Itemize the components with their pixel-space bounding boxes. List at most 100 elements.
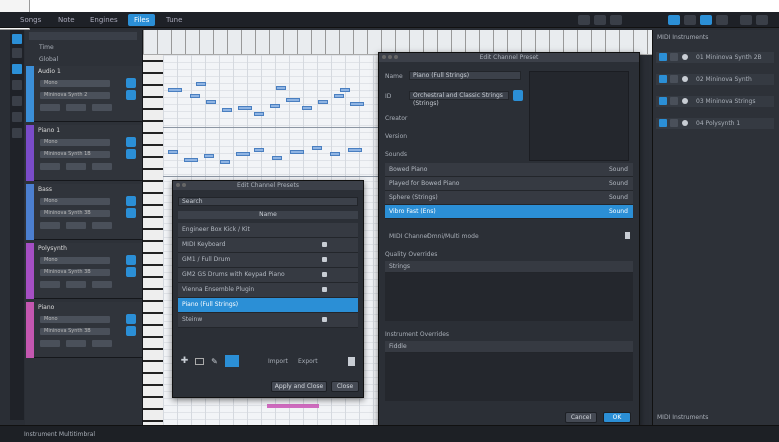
select-tool-icon[interactable] [12, 64, 22, 74]
close-dot-icon[interactable] [176, 183, 180, 187]
midi-note[interactable] [206, 100, 216, 104]
track-name[interactable]: Bass [38, 186, 52, 193]
settings-icon[interactable] [716, 15, 728, 25]
instrument-power-icon[interactable] [682, 120, 688, 126]
preset-search-input[interactable]: Search [178, 197, 358, 206]
trash-icon[interactable] [348, 357, 355, 366]
instrument-row[interactable]: 04 Polysynth 1 [656, 118, 774, 129]
track-param-field[interactable] [40, 281, 60, 288]
instrument-overrides-box[interactable]: Fiddle [385, 341, 633, 401]
instrument-edit-icon[interactable] [670, 53, 678, 61]
panel-icon[interactable] [756, 15, 768, 25]
preset-item[interactable]: Steinw [178, 313, 358, 328]
id-input[interactable]: Orchestral and Classic Strings (Strings) [409, 91, 509, 107]
import-link[interactable]: Import [268, 358, 288, 365]
track-param-field[interactable] [92, 163, 112, 170]
paint-tool-icon[interactable] [12, 80, 22, 90]
midi-note[interactable] [168, 88, 182, 92]
track-param-field[interactable] [92, 281, 112, 288]
minimize-dot-icon[interactable] [182, 183, 186, 187]
preset-item[interactable]: Vienna Ensemble Plugin [178, 283, 358, 298]
track-edit-icon[interactable] [126, 90, 136, 100]
cancel-button[interactable]: Cancel [565, 412, 597, 423]
track-header[interactable]: Polysynth Mono Mininova Synth 3B [26, 243, 142, 299]
track-monitor-icon[interactable] [126, 314, 136, 324]
midi-note[interactable] [196, 82, 206, 86]
arrow-tool-icon[interactable] [12, 34, 22, 44]
midi-note[interactable] [340, 88, 350, 92]
instrument-power-icon[interactable] [682, 76, 688, 82]
track-param-field[interactable] [66, 104, 86, 111]
track-name[interactable]: Piano [38, 304, 54, 311]
track-param-field[interactable] [66, 281, 86, 288]
folder-icon[interactable] [225, 355, 239, 367]
track-name[interactable]: Piano 1 [38, 127, 60, 134]
instrument-enable-icon[interactable] [659, 97, 667, 105]
track-header[interactable]: Bass Mono Mininova Synth 3B [26, 184, 142, 240]
track-edit-icon[interactable] [126, 267, 136, 277]
quantize-icon[interactable] [610, 15, 622, 25]
name-input[interactable]: Piano (Full Strings) [409, 71, 521, 80]
midi-note[interactable] [312, 146, 322, 150]
quality-overrides-box[interactable]: Strings [385, 261, 633, 321]
metronome-icon[interactable] [668, 15, 680, 25]
export-link[interactable]: Export [298, 358, 318, 365]
midi-note[interactable] [290, 150, 304, 154]
preset-item[interactable]: GM2 GS Drums with Keypad Piano [178, 268, 358, 283]
track-edit-icon[interactable] [126, 208, 136, 218]
track-monitor-icon[interactable] [126, 137, 136, 147]
track-param-field[interactable] [92, 222, 112, 229]
lock-button-icon[interactable] [513, 90, 523, 101]
instrument-row[interactable]: 03 Mininova Strings [656, 96, 774, 107]
close-button[interactable]: Close [331, 381, 359, 392]
track-param-field[interactable] [40, 163, 60, 170]
snap-icon[interactable] [594, 15, 606, 25]
track-name[interactable]: Audio 1 [38, 68, 61, 75]
midi-note[interactable] [204, 154, 214, 158]
preset-item[interactable]: Engineer Box Kick / Kit [178, 223, 358, 238]
editor-minimize-dot-icon[interactable] [388, 55, 392, 59]
track-name[interactable]: Polysynth [38, 245, 67, 252]
instrument-enable-icon[interactable] [659, 53, 667, 61]
menu-tune[interactable]: Tune [160, 14, 188, 26]
midi-note[interactable] [238, 106, 252, 110]
midi-note[interactable] [330, 152, 340, 156]
track-param-field[interactable] [92, 104, 112, 111]
sound-row[interactable]: Played for Bowed Piano Sound [385, 177, 633, 191]
instrument-enable-icon[interactable] [659, 75, 667, 83]
midi-note[interactable] [190, 94, 200, 98]
preset-item[interactable]: GM1 / Full Drum [178, 253, 358, 268]
midi-note[interactable] [286, 98, 300, 102]
track-param-field[interactable] [40, 222, 60, 229]
track-edit-icon[interactable] [126, 326, 136, 336]
add-icon[interactable]: ✚ [180, 357, 189, 366]
track-header[interactable]: Piano 1 Mono Mininova Synth 1B [26, 125, 142, 181]
instrument-power-icon[interactable] [682, 54, 688, 60]
track-monitor-icon[interactable] [126, 255, 136, 265]
window-icon[interactable] [740, 15, 752, 25]
midi-trash-icon[interactable] [625, 232, 630, 239]
edit-icon[interactable]: ✎ [210, 357, 219, 366]
instrument-edit-icon[interactable] [670, 97, 678, 105]
instrument-power-icon[interactable] [682, 98, 688, 104]
menu-songs[interactable]: Songs [14, 14, 47, 26]
midi-note[interactable] [270, 104, 280, 108]
instrument-enable-icon[interactable] [659, 119, 667, 127]
menu-files[interactable]: Files [128, 14, 156, 26]
loop-icon[interactable] [684, 15, 696, 25]
midi-note[interactable] [348, 148, 362, 152]
midi-note[interactable] [222, 108, 232, 112]
preset-notes-box[interactable] [529, 71, 629, 161]
midi-note[interactable] [350, 102, 364, 106]
sound-row[interactable]: Sphere (Strings) Sound [385, 191, 633, 205]
sound-row[interactable]: Vibro Fast (Ens) Sound [385, 205, 633, 219]
midi-note[interactable] [254, 112, 264, 116]
track-param-field[interactable] [66, 340, 86, 347]
track-header[interactable]: Audio 1 Mono Mininova Synth 2 [26, 66, 142, 122]
track-panel-header[interactable] [29, 32, 137, 40]
listen-tool-icon[interactable] [12, 128, 22, 138]
instrument-row[interactable]: 02 Mininova Synth [656, 74, 774, 85]
name-column-header[interactable]: Name [178, 211, 358, 219]
midi-note[interactable] [168, 150, 178, 154]
track-param-field[interactable] [66, 163, 86, 170]
